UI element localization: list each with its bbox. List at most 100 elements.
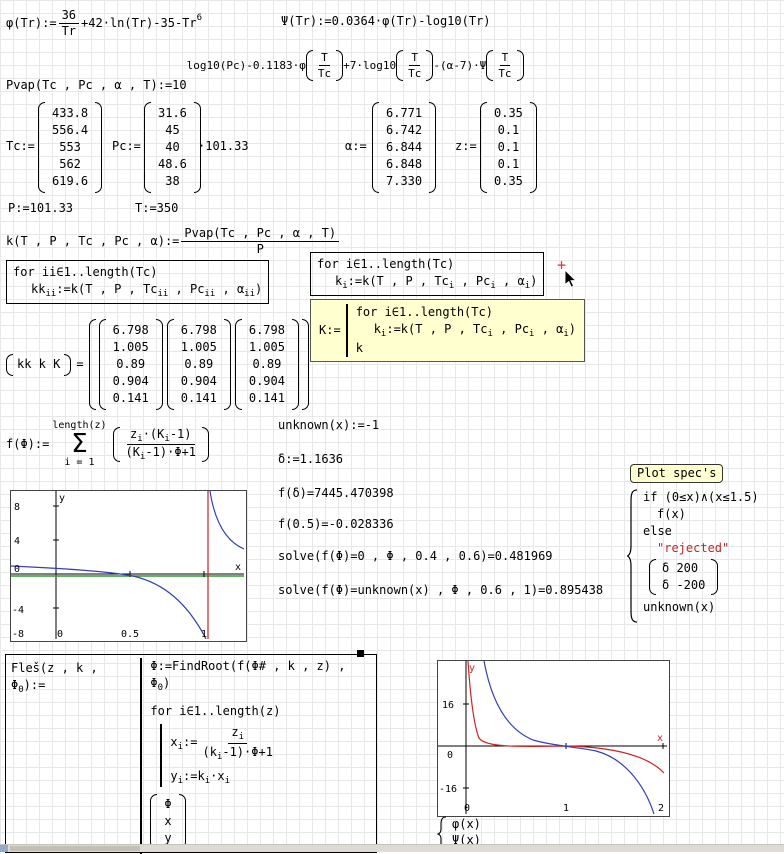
for-kk-body: kkii:=k(T , P , Tcii , Pcii , αii): [13, 281, 262, 300]
K-return-line: k: [356, 340, 576, 357]
f-def-den: (Ki-1)·Φ+1: [123, 445, 199, 462]
piecewise-then: f(x): [643, 506, 759, 523]
tc-matrix[interactable]: 433.8556.4553562619.6: [38, 102, 102, 193]
plot1-ytick: 8: [14, 502, 20, 513]
plot-specs-text: Plot spec's: [637, 466, 716, 480]
pvap-frac1-group: TTc: [306, 50, 343, 81]
plot2-ytick: -16: [439, 784, 457, 795]
plot1-ytick: -8: [12, 629, 24, 639]
kk-k-K-result[interactable]: kk k K = 6.7981.0050.890.9040.141 6.7981…: [6, 318, 309, 411]
f-def-num: zi·(Ki-1): [127, 427, 194, 445]
pvap-lhs: Pvap(Tc , Pc , α , T):=10: [6, 78, 187, 93]
plot2-xtick: 1: [563, 803, 569, 814]
fles-function-block[interactable]: Fleš(z , k , Φ0):= Φ:=FindRoot(f(Φ# , k …: [5, 654, 377, 853]
phi-frac-num: 36: [59, 8, 79, 24]
solve2-result[interactable]: solve(f(Φ)=unknown(x) , Φ , 0.6 , 1)=0.8…: [278, 583, 603, 598]
phi-curve: [468, 661, 664, 773]
f-half-result[interactable]: f(0.5)=-0.028336: [278, 517, 394, 532]
psi-text: Ψ(Tr):=0.0364·φ(Tr)-log10(Tr): [281, 14, 491, 28]
alpha-matrix[interactable]: 6.7716.7426.8446.8487.330: [372, 102, 436, 193]
formula-psi-def[interactable]: Ψ(Tr):=0.0364·φ(Tr)-log10(Tr): [281, 14, 491, 29]
plot2-ytick: 16: [442, 700, 454, 711]
plot2-xlabel: x: [657, 733, 663, 744]
f-delta-result[interactable]: f(δ)=7445.470398: [278, 486, 394, 501]
left-brace-icon: [627, 489, 639, 623]
f-def-fraction: zi·(Ki-1) (Ki-1)·Φ+1: [123, 427, 199, 462]
summation: length(z) Σ i = 1: [52, 420, 106, 468]
f-curve-right-branch: [210, 491, 244, 549]
unknown-def[interactable]: unknown(x):=-1: [278, 418, 379, 433]
plot-f-of-phi[interactable]: y 8 4 0 -4 -8 0 0.5 1 x: [10, 490, 247, 642]
delta-def[interactable]: δ:=1.1636: [278, 452, 343, 467]
kk-column: 6.7981.0050.890.9040.141: [99, 319, 163, 410]
plot1-ylabel: y: [59, 493, 65, 504]
resize-handle[interactable]: [357, 650, 364, 657]
formula-f-def[interactable]: f(Φ):= length(z) Σ i = 1 zi·(Ki-1) (Ki-1…: [6, 420, 209, 468]
f-def-paren-group: zi·(Ki-1) (Ki-1)·Φ+1: [113, 427, 209, 462]
plot-specs-label[interactable]: Plot spec's: [630, 464, 723, 483]
plot2-xtick: 2: [658, 803, 664, 814]
t-definition[interactable]: T:=350: [135, 201, 178, 216]
solve1-result[interactable]: solve(f(Φ)=0 , Φ , 0.4 , 0.6)=0.481969: [278, 549, 553, 564]
piecewise-rejected: "rejected": [643, 540, 759, 557]
phi-frac-den: Tr: [59, 24, 79, 39]
fles-y-line: yi:=ki·xi: [170, 768, 371, 787]
fles-x-den: (ki-1)·Φ+1: [199, 744, 275, 763]
k-def-num: Pvap(Tc , Pc , α , T): [181, 226, 339, 242]
fles-x-line: xi:= zi (ki-1)·Φ+1: [170, 724, 278, 763]
fles-x-fraction: zi (ki-1)·Φ+1: [199, 724, 275, 763]
horizontal-scrollbar[interactable]: [0, 844, 784, 852]
phi-lhs: φ(Tr):=: [6, 16, 57, 31]
pvap-e3: -(α-7)·Ψ: [433, 58, 486, 73]
kkK-lhs-text: kk k K: [14, 357, 63, 372]
phi-exponent: 6: [197, 11, 202, 26]
kkK-equals: =: [76, 357, 83, 372]
p-definition[interactable]: P:=101.33: [8, 201, 73, 216]
fles-for-body: xi:= zi (ki-1)·Φ+1 yi:=ki·xi: [160, 724, 371, 787]
for-k-header: for i∈1..length(Tc): [317, 256, 537, 273]
fles-output-vector: Φxy: [150, 794, 185, 849]
sigma-icon: Σ: [71, 431, 87, 457]
fles-for-line: for i∈1..length(z): [150, 703, 371, 720]
kkK-lhs-paren: kk k K: [6, 354, 71, 376]
K-assign-line: ki:=k(T , P , Tci , Pci , αi): [356, 321, 576, 340]
plot1-xtick: 1: [201, 629, 207, 639]
for-block-k[interactable]: for i∈1..length(Tc) ki:=k(T , P , Tci , …: [310, 252, 544, 296]
f-curve-left-branch: [11, 566, 206, 639]
piecewise-else: else: [643, 523, 759, 540]
pvap-frac1-den: Tc: [316, 66, 333, 81]
mouse-cursor-icon: [564, 270, 578, 290]
solve2-text: solve(f(Φ)=unknown(x) , Φ , 0.6 , 1)=0.8…: [278, 583, 603, 597]
pvap-exponent: log10(Pc)-0.1183·φ TTc +7·log10 TTc -(α-…: [187, 50, 524, 81]
piecewise-block[interactable]: if (0≤x)∧(x≤1.5) f(x) else "rejected" δ …: [627, 489, 759, 623]
formula-k-def[interactable]: k(T , P , Tc , Pc , α):= Pvap(Tc , Pc , …: [6, 226, 341, 257]
sum-lower-limit: i = 1: [64, 457, 94, 468]
solve1-text: solve(f(Φ)=0 , Φ , 0.4 , 0.6)=0.481969: [278, 549, 553, 563]
formula-phi-def[interactable]: φ(Tr):= 36 Tr +42·ln(Tr)-35-Tr 6: [6, 8, 202, 39]
tc-label: Tc:=: [6, 139, 35, 154]
plot1-svg: y 8 4 0 -4 -8 0 0.5 1 x: [11, 491, 244, 639]
alpha-label: α:=: [345, 139, 367, 154]
scrollbar-corner: [0, 845, 8, 852]
plot1-xtick: 0.5: [121, 629, 139, 639]
fles-x-num: zi: [228, 724, 247, 744]
scrollbar-thumb[interactable]: [10, 846, 140, 851]
plot-phi-psi[interactable]: y 16 0 -16 0 1 2 x: [437, 660, 670, 817]
plot1-xtick: 0: [57, 629, 63, 639]
pvap-frac2-num: T: [409, 50, 420, 66]
k-capital-block[interactable]: K:= for i∈1..length(Tc) ki:=k(T , P , Tc…: [310, 299, 585, 362]
pc-label: Pc:=: [112, 139, 141, 154]
fles-findroot-line: Φ:=FindRoot(f(Φ# , k , z) , Φ0): [150, 658, 371, 694]
f-half-text: f(0.5)=-0.028336: [278, 517, 394, 531]
pc-matrix[interactable]: 31.6454048.638: [144, 102, 201, 193]
pvap-frac2-den: Tc: [406, 66, 423, 81]
pvap-frac3-den: Tc: [496, 66, 513, 81]
plot1-ytick: 4: [14, 536, 20, 547]
pvap-e2: +7·log10: [343, 58, 396, 73]
for-block-kk[interactable]: for ii∈1..length(Tc) kkii:=k(T , P , Tci…: [6, 260, 269, 304]
z-matrix[interactable]: 0.350.10.10.10.35: [480, 102, 537, 193]
plot2-ytick: 0: [447, 750, 453, 761]
t-def-text: T:=350: [135, 201, 178, 215]
k-def-lhs: k(T , P , Tc , Pc , α):=: [6, 234, 179, 249]
formula-pvap-def[interactable]: Pvap(Tc , Pc , α , T):=10 log10(Pc)-0.11…: [6, 50, 524, 93]
